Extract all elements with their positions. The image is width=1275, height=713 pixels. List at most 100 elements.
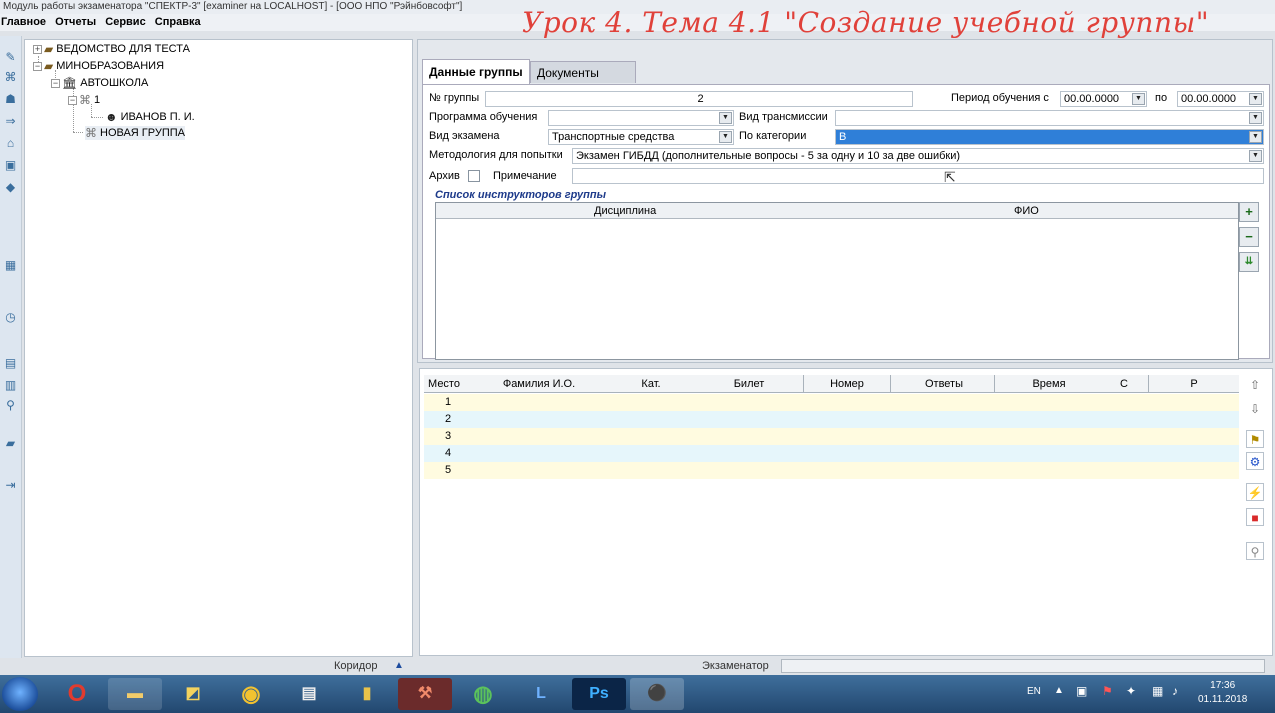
dropdown-arrow-icon[interactable]: ▼: [1132, 93, 1145, 105]
archive-checkbox[interactable]: [468, 170, 480, 182]
run-icon[interactable]: ⚙: [1246, 452, 1264, 470]
transmission-select[interactable]: ▼: [835, 110, 1264, 126]
tool-calendar-icon[interactable]: ▦: [3, 258, 18, 272]
tree-node-ministry[interactable]: − ▰ МИНОБРАЗОВАНИЯ: [33, 59, 164, 73]
corridor-label[interactable]: Коридор: [334, 658, 377, 674]
instructors-header: Дисциплина ФИО: [436, 203, 1238, 219]
tray-app-icon[interactable]: ▣: [1076, 684, 1087, 698]
photoshop-icon[interactable]: Ps: [572, 678, 626, 710]
window-app-icon[interactable]: ▤: [282, 678, 336, 710]
dropdown-arrow-icon[interactable]: ▼: [1249, 93, 1262, 105]
col-c[interactable]: С: [1114, 377, 1134, 391]
sticky-notes-icon[interactable]: ◩: [166, 678, 220, 710]
tree-node-agency-test[interactable]: + ▰ ВЕДОМСТВО ДЛЯ ТЕСТА: [33, 42, 190, 56]
tool-clock-icon[interactable]: ◷: [3, 310, 18, 324]
period-from-field[interactable]: 00.00.0000 ▼: [1060, 91, 1147, 107]
col-category[interactable]: Кат.: [629, 377, 673, 391]
tool-group-icon[interactable]: ⌘: [3, 70, 18, 84]
antivirus-icon[interactable]: ✦: [1126, 684, 1136, 698]
menu-service[interactable]: Сервис: [105, 16, 145, 28]
stop-icon[interactable]: ■: [1246, 508, 1264, 526]
tool-folder-icon[interactable]: ◆: [3, 180, 18, 194]
menu-reports[interactable]: Отчеты: [55, 16, 96, 28]
flag-tray-icon[interactable]: ⚑: [1102, 684, 1113, 698]
collapse-icon[interactable]: −: [68, 95, 77, 105]
flag-icon[interactable]: ⚑: [1246, 430, 1264, 448]
collapse-icon[interactable]: −: [33, 61, 42, 71]
move-up-icon[interactable]: ⇧: [1246, 376, 1264, 394]
exam-type-select[interactable]: Транспортные средства ▼: [548, 129, 734, 145]
tool-person-icon[interactable]: ☗: [3, 92, 18, 106]
tool-car-icon[interactable]: ▰: [3, 436, 18, 450]
instructors-title: Список инструкторов группы: [435, 189, 606, 201]
clock[interactable]: 17:36 01.11.2018: [1198, 679, 1247, 707]
tool-save-icon[interactable]: ▣: [3, 158, 18, 172]
dropdown-arrow-icon[interactable]: ▼: [1249, 131, 1262, 143]
move-down-button[interactable]: ⇊: [1239, 252, 1259, 272]
tree-node-new-group[interactable]: ⌘ НОВАЯ ГРУППА: [85, 126, 185, 141]
lightning-icon[interactable]: ⚡: [1246, 483, 1264, 501]
transmission-label: Вид трансмиссии: [739, 111, 828, 123]
lync-icon[interactable]: L: [514, 678, 568, 710]
exam-row[interactable]: 4: [424, 445, 1239, 462]
tool-monitor-icon[interactable]: ▤: [3, 356, 18, 370]
tool-tree-icon[interactable]: ⚲: [3, 398, 18, 412]
tree-node-group-1[interactable]: − ⌘ 1: [68, 93, 100, 107]
search-icon[interactable]: ⚲: [1246, 542, 1264, 560]
add-instructor-button[interactable]: +: [1239, 202, 1259, 222]
dropdown-arrow-icon[interactable]: ▼: [1249, 112, 1262, 124]
network-icon[interactable]: ▦: [1152, 684, 1163, 698]
organization-tree: + ▰ ВЕДОМСТВО ДЛЯ ТЕСТА − ▰ МИНОБРАЗОВАНИЯ −…: [24, 39, 413, 657]
tool-print-icon[interactable]: ▥: [3, 378, 18, 392]
exam-row[interactable]: 1: [424, 394, 1239, 411]
remove-instructor-button[interactable]: −: [1239, 227, 1259, 247]
dropdown-arrow-icon[interactable]: ▼: [719, 112, 732, 124]
group-number-field[interactable]: 2: [485, 91, 913, 107]
menu-main[interactable]: Главное: [1, 16, 46, 28]
dropdown-arrow-icon[interactable]: ▼: [1249, 150, 1262, 162]
utorrent-icon[interactable]: ◍: [456, 678, 510, 710]
col-discipline[interactable]: Дисциплина: [594, 204, 656, 218]
category-select[interactable]: B ▼: [835, 129, 1264, 145]
tool-arrow-icon[interactable]: ⇒: [3, 114, 18, 128]
program-select[interactable]: ▼: [548, 110, 734, 126]
col-answers[interactable]: Ответы: [904, 377, 984, 391]
recorder-icon[interactable]: ▮: [340, 678, 394, 710]
exam-row[interactable]: 3: [424, 428, 1239, 445]
exam-row[interactable]: 2: [424, 411, 1239, 428]
tab-documents[interactable]: Документы: [530, 61, 636, 83]
expand-icon[interactable]: +: [33, 44, 42, 54]
volume-icon[interactable]: ♪: [1172, 684, 1178, 698]
col-ticket[interactable]: Билет: [719, 377, 779, 391]
period-to-field[interactable]: 00.00.0000 ▼: [1177, 91, 1264, 107]
col-name[interactable]: Фамилия И.О.: [484, 377, 594, 391]
file-explorer-icon[interactable]: ▬: [108, 678, 162, 710]
methodology-select[interactable]: Экзамен ГИБДД (дополнительные вопросы - …: [572, 148, 1264, 164]
opera-icon[interactable]: O: [50, 678, 104, 710]
mouse-cursor-icon: ⇱: [944, 169, 956, 185]
move-down-icon[interactable]: ⇩: [1246, 400, 1264, 418]
tool-exit-icon[interactable]: ⇥: [3, 478, 18, 492]
col-number[interactable]: Номер: [814, 377, 880, 391]
exam-row[interactable]: 5: [424, 462, 1239, 479]
collapse-icon[interactable]: −: [51, 78, 60, 88]
tree-node-driving-school[interactable]: − 🏛 АВТОШКОЛА: [51, 76, 148, 90]
tree-node-student-ivanov[interactable]: ☻ ИВАНОВ П. И.: [105, 110, 195, 124]
tab-group-data[interactable]: Данные группы: [422, 59, 530, 85]
col-time[interactable]: Время: [1004, 377, 1094, 391]
menu-help[interactable]: Справка: [155, 16, 201, 28]
chrome-icon[interactable]: ◉: [224, 678, 278, 710]
tool-home-icon[interactable]: ⌂: [3, 136, 18, 150]
col-place[interactable]: Место: [426, 377, 462, 391]
tray-expand-icon[interactable]: ▲: [1054, 685, 1064, 696]
tool-app-icon[interactable]: ⚒: [398, 678, 452, 710]
windows-start-icon[interactable]: [2, 677, 38, 711]
language-indicator[interactable]: EN: [1027, 686, 1041, 697]
expand-up-icon[interactable]: ▲: [394, 658, 404, 674]
note-field[interactable]: [572, 168, 1264, 184]
tool-edit-icon[interactable]: ✎: [3, 50, 18, 64]
traffic-light-icon[interactable]: ⚫: [630, 678, 684, 710]
col-fio[interactable]: ФИО: [1014, 204, 1039, 218]
col-p[interactable]: Р: [1184, 377, 1204, 391]
dropdown-arrow-icon[interactable]: ▼: [719, 131, 732, 143]
